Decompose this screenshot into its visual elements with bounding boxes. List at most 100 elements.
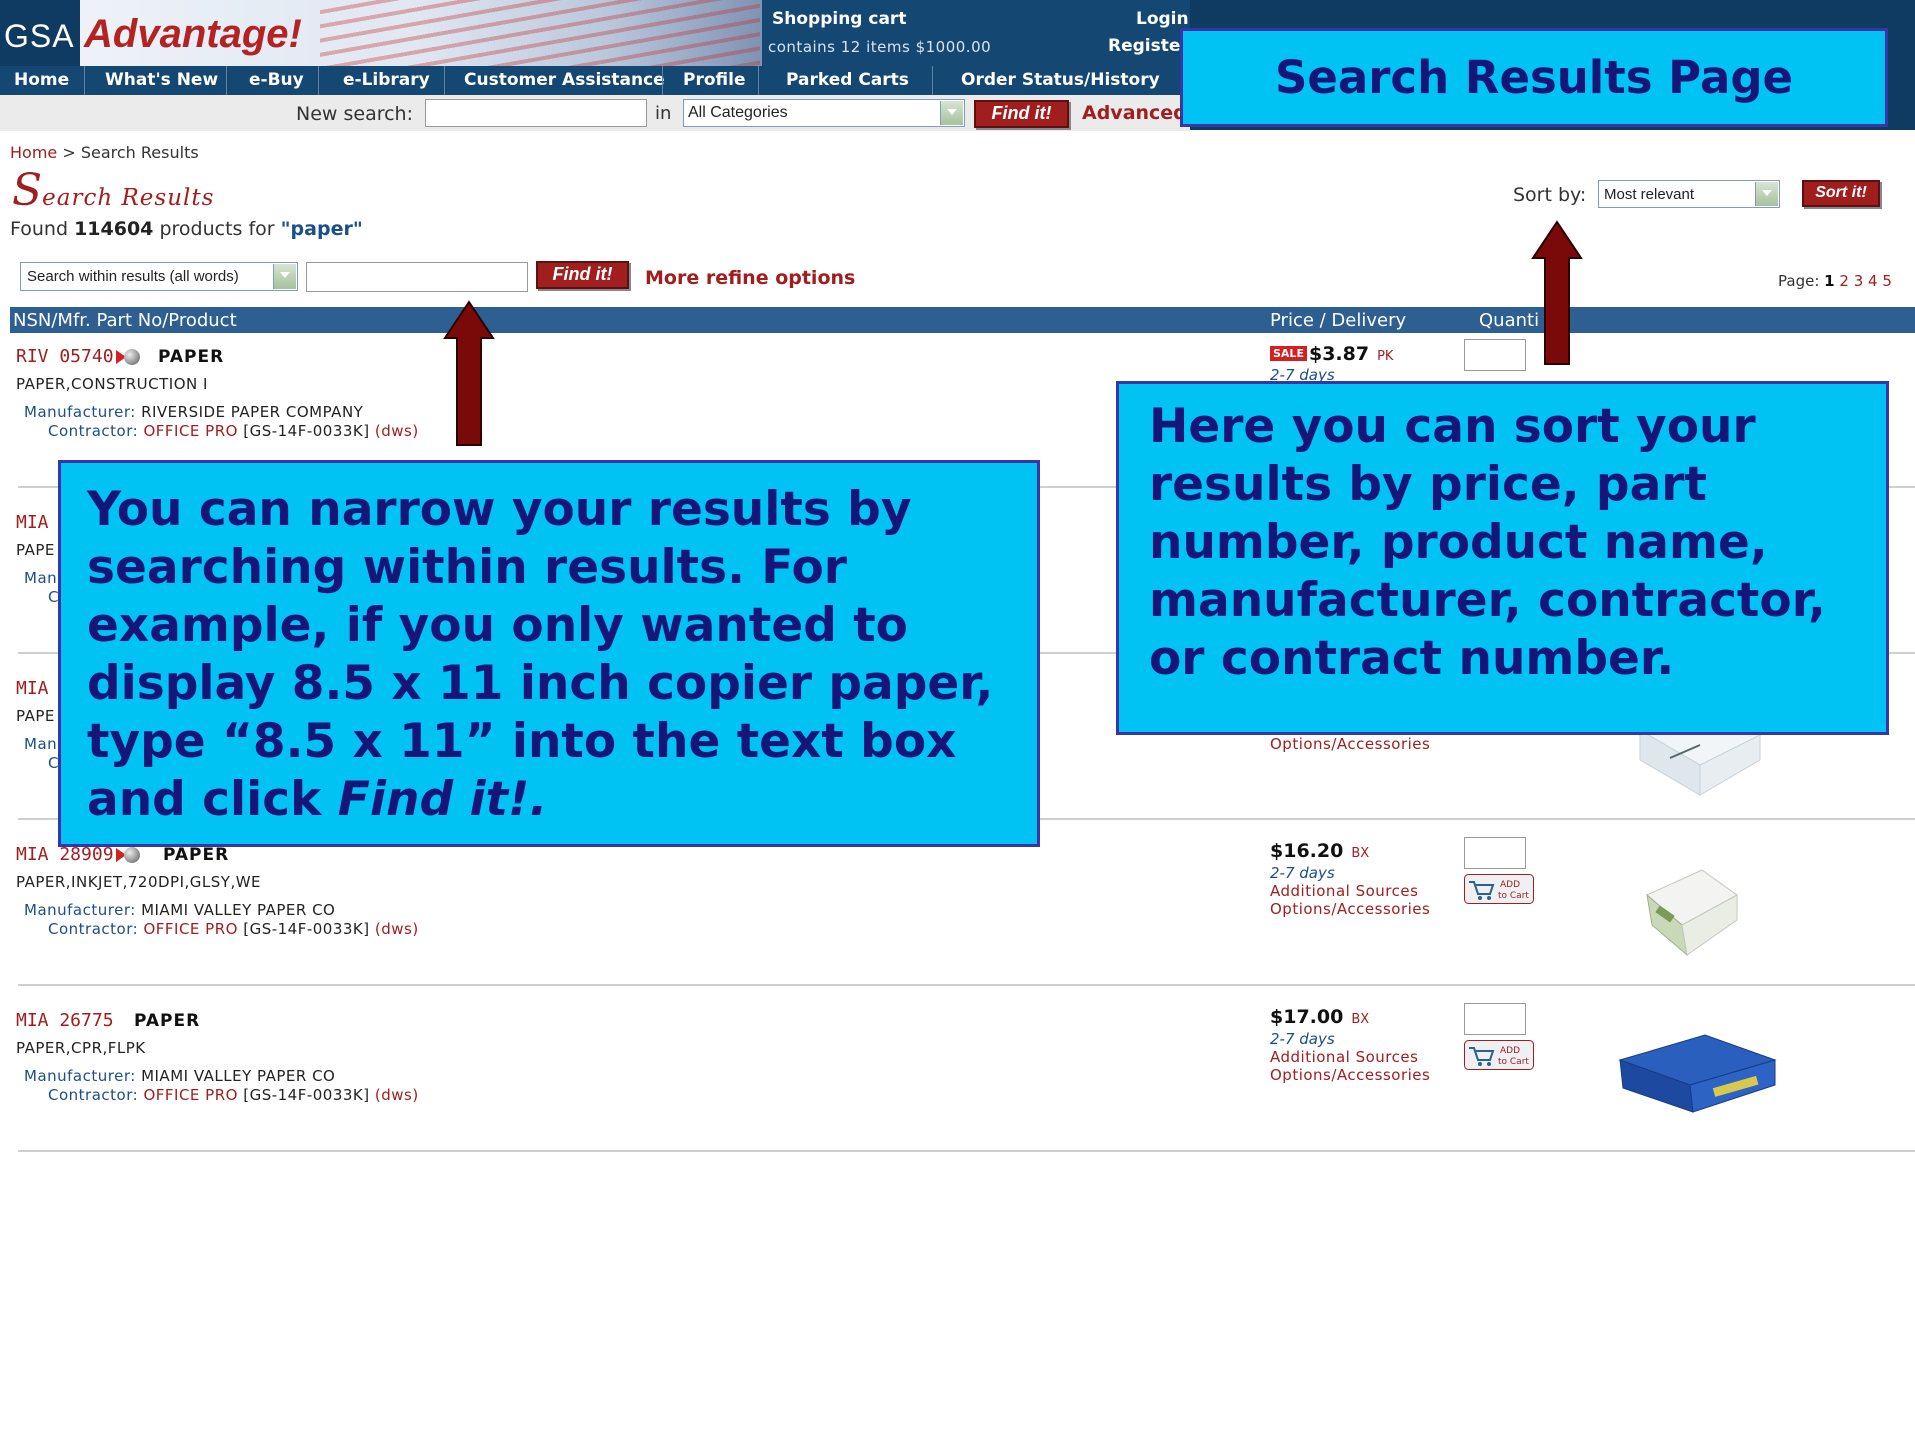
add-to-cart-button[interactable]: ADD to Cart: [1464, 1040, 1534, 1070]
sort-it-button[interactable]: Sort it!: [1802, 180, 1880, 207]
manufacturer: Manufacturer: MIAMI VALLEY PAPER CO: [24, 901, 336, 919]
callout-narrow-emphasis: Find it!.: [337, 772, 548, 827]
arrow-up-icon: [443, 300, 495, 446]
nav-divider: [444, 66, 445, 95]
part-number-link[interactable]: MIA: [16, 678, 49, 699]
pagination: Page: 1 2 3 4 5: [1778, 272, 1892, 290]
in-label: in: [655, 103, 672, 124]
part-number-link[interactable]: MIA 28909: [16, 844, 140, 865]
additional-sources-link[interactable]: Additional Sources: [1270, 1048, 1418, 1066]
chevron-down-icon[interactable]: [273, 264, 296, 289]
nav-order-status[interactable]: Order Status/History: [961, 70, 1160, 90]
product-image[interactable]: [1615, 1030, 1780, 1115]
page-link[interactable]: 4: [1868, 272, 1878, 290]
chevron-down-icon[interactable]: [940, 101, 963, 125]
globe-icon: [123, 349, 140, 365]
add-to-cart-button[interactable]: ADD to Cart: [1464, 874, 1534, 904]
manufacturer: Manufacturer: MIAMI VALLEY PAPER CO: [24, 1067, 336, 1085]
breadcrumb: Home > Search Results: [10, 143, 199, 162]
page-title-initial: S: [12, 165, 43, 216]
nav-parked-carts[interactable]: Parked Carts: [786, 70, 909, 90]
nav-whats-new[interactable]: What's New: [105, 70, 218, 90]
product-description: PAPE: [16, 707, 55, 725]
nav-customer-assistance[interactable]: Customer Assistance: [464, 70, 665, 90]
product-description: PAPE: [16, 541, 55, 559]
svg-text:ADD: ADD: [1500, 880, 1520, 890]
nav-elibrary[interactable]: e-Library: [343, 70, 430, 90]
row-divider: [18, 984, 1915, 986]
pages-label: Page:: [1778, 272, 1820, 290]
column-header-price[interactable]: Price / Delivery: [1270, 310, 1406, 331]
contractor-link[interactable]: OFFICE PRO: [143, 422, 237, 440]
breadcrumb-current: Search Results: [80, 143, 199, 162]
contractor: Contractor: OFFICE PRO [GS-14F-0033K] (d…: [48, 422, 419, 440]
options-accessories-link[interactable]: Options/Accessories: [1270, 735, 1430, 753]
search-within-input[interactable]: [306, 262, 528, 292]
search-within-find-button[interactable]: Find it!: [536, 261, 629, 289]
more-refine-options-link[interactable]: More refine options: [645, 267, 855, 289]
contractor-link[interactable]: OFFICE PRO: [143, 920, 237, 938]
part-number-link[interactable]: RIV 05740: [16, 346, 140, 367]
column-header-product[interactable]: NSN/Mfr. Part No/Product: [13, 310, 237, 331]
chevron-down-icon[interactable]: [1755, 182, 1778, 206]
found-prefix: Found: [10, 218, 69, 240]
nav-divider: [932, 66, 933, 95]
product-image[interactable]: [1632, 855, 1752, 965]
flag-stripes: [320, 0, 760, 66]
login-link[interactable]: Login: [1136, 9, 1189, 29]
nav-divider: [758, 66, 759, 95]
contractor-link[interactable]: OFFICE PRO: [143, 1086, 237, 1104]
nav-profile[interactable]: Profile: [683, 70, 745, 90]
sort-select[interactable]: Most relevant: [1598, 180, 1780, 208]
page-link[interactable]: 5: [1882, 272, 1892, 290]
search-within-select[interactable]: Search within results (all words): [20, 262, 298, 291]
shopping-cart-link[interactable]: Shopping cart: [772, 9, 906, 29]
options-accessories-link[interactable]: Options/Accessories: [1270, 900, 1430, 918]
found-query: "paper": [280, 218, 363, 240]
find-it-button[interactable]: Find it!: [974, 100, 1069, 128]
nav-ebuy[interactable]: e-Buy: [249, 70, 304, 90]
breadcrumb-home[interactable]: Home: [10, 143, 57, 162]
quantity-input[interactable]: [1464, 1003, 1526, 1035]
new-search-label: New search:: [296, 103, 413, 125]
product-name: PAPER: [163, 845, 230, 865]
advanced-search-link[interactable]: Advanced: [1082, 102, 1187, 124]
delivery-days: 2-7 days: [1270, 1030, 1335, 1048]
register-link[interactable]: Register: [1108, 36, 1189, 56]
sort-value: Most relevant: [1604, 186, 1695, 203]
results-count: Found 114604 products for "paper": [10, 218, 363, 240]
options-accessories-link[interactable]: Options/Accessories: [1270, 1066, 1430, 1084]
globe-icon: [123, 847, 140, 863]
breadcrumb-separator: >: [62, 143, 76, 162]
quantity-input[interactable]: [1464, 339, 1526, 371]
nav-home[interactable]: Home: [14, 70, 69, 90]
category-select[interactable]: All Categories: [683, 99, 965, 127]
results-table-header: [10, 307, 1915, 333]
additional-sources-link[interactable]: Additional Sources: [1270, 882, 1418, 900]
page-link-current[interactable]: 1: [1824, 272, 1834, 290]
arrow-up-icon: [1531, 220, 1583, 365]
part-number-link[interactable]: MIA: [16, 512, 49, 533]
callout-page-title: Search Results Page: [1180, 28, 1888, 127]
price: SALE $3.87 PK: [1270, 343, 1393, 365]
page-link[interactable]: 3: [1854, 272, 1864, 290]
page-title-rest: earch Results: [42, 185, 215, 211]
row-divider: [18, 1150, 1915, 1152]
cart-summary: contains 12 items $1000.00: [768, 38, 992, 56]
new-search-input[interactable]: [425, 99, 647, 127]
svg-text:ADD: ADD: [1500, 1046, 1520, 1056]
logo-gsa-text: GSA: [4, 18, 75, 54]
nav-divider: [662, 66, 663, 95]
contractor: Contractor: OFFICE PRO [GS-14F-0033K] (d…: [48, 920, 419, 938]
quantity-input[interactable]: [1464, 837, 1526, 869]
page-link[interactable]: 2: [1839, 272, 1849, 290]
callout-sort: Here you can sort your results by price,…: [1116, 381, 1889, 735]
product-description: PAPER,INKJET,720DPI,GLSY,WE: [16, 873, 262, 891]
nav-divider: [226, 66, 227, 95]
contractor: Contractor: OFFICE PRO [GS-14F-0033K] (d…: [48, 1086, 419, 1104]
nav-divider: [84, 66, 85, 95]
part-number-link[interactable]: MIA 26775: [16, 1010, 114, 1031]
cart-icon: ADD to Cart: [1464, 874, 1534, 904]
manufacturer: Manufacturer: RIVERSIDE PAPER COMPANY: [24, 403, 364, 421]
manufacturer: Man: [24, 569, 58, 587]
